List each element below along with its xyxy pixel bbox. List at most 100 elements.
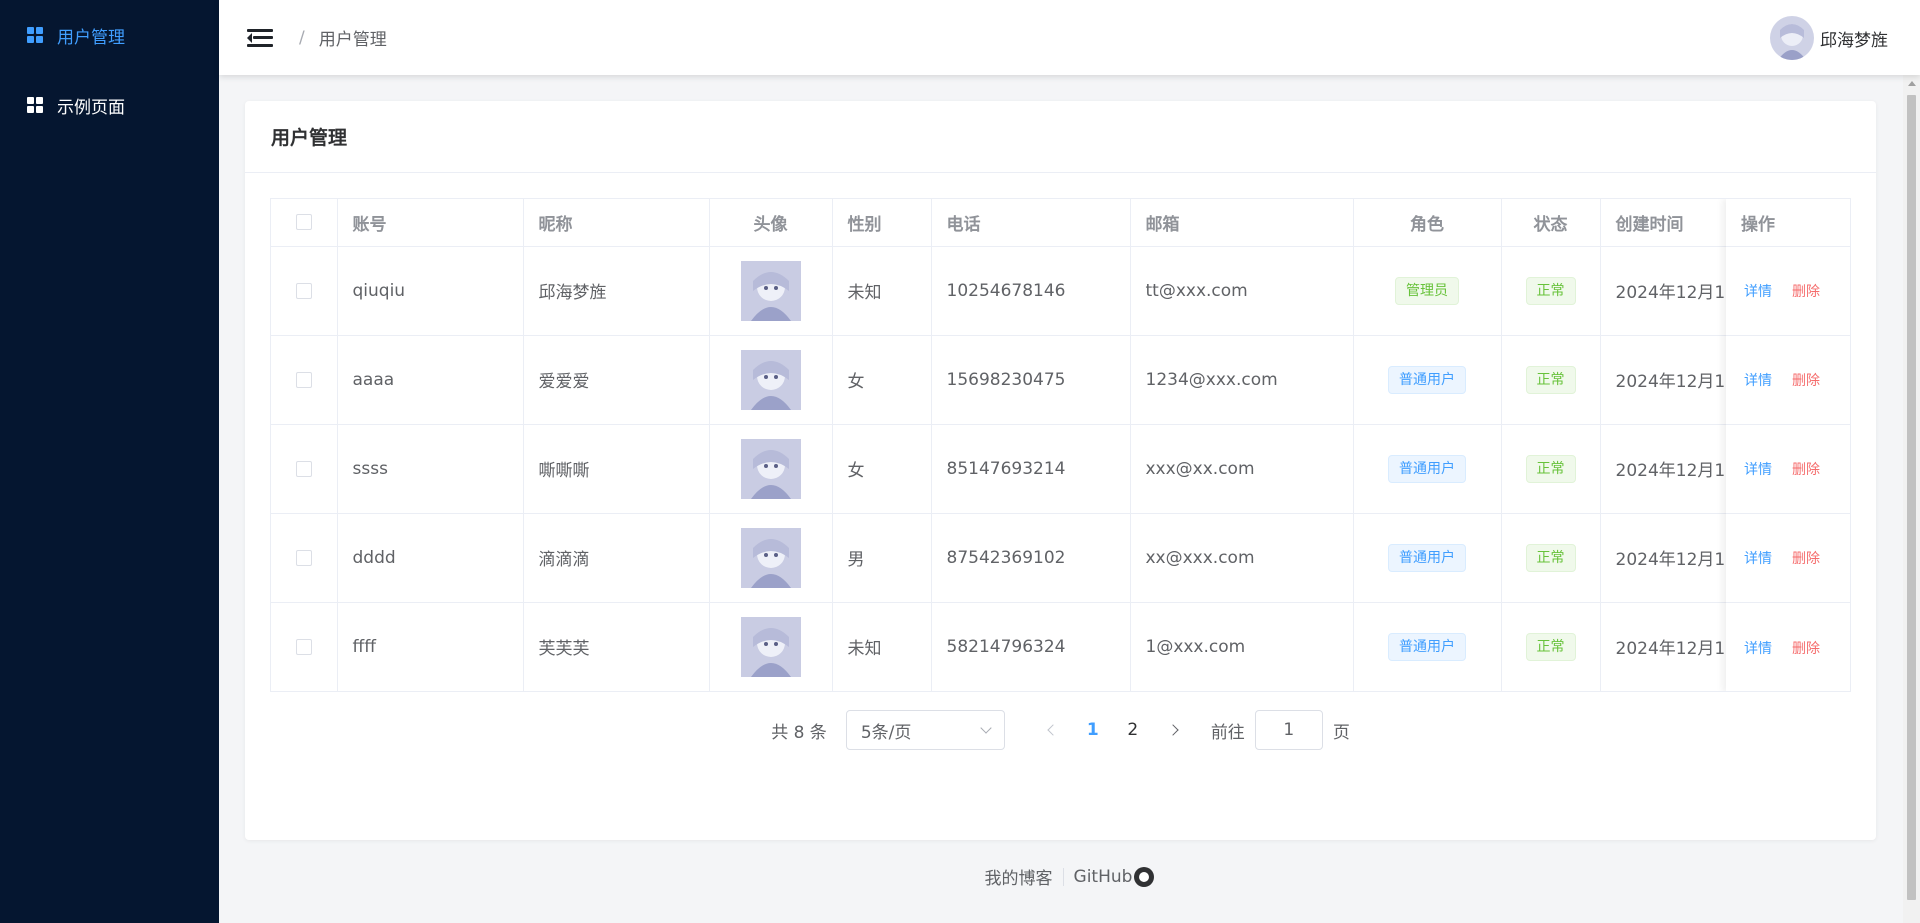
next-page-button[interactable] — [1153, 710, 1193, 750]
sidebar-item-example-page[interactable]: 示例页面 — [0, 70, 219, 140]
goto-page: 前往 页 — [1211, 710, 1350, 750]
select-all-checkbox[interactable] — [295, 214, 312, 231]
blog-link[interactable]: 我的博客 — [985, 864, 1053, 889]
select-all-cell — [271, 199, 338, 247]
cell-status: 正常 — [1501, 424, 1601, 514]
scrollbar[interactable] — [1903, 75, 1920, 923]
status-badge: 正常 — [1525, 365, 1576, 394]
user-menu[interactable]: 邱海梦旌 — [1770, 16, 1888, 60]
cell-phone: 85147693214 — [931, 424, 1131, 514]
user-avatar-image[interactable] — [740, 260, 801, 321]
user-avatar-image[interactable] — [740, 527, 801, 588]
cell-avatar — [709, 602, 833, 691]
role-badge: 普通用户 — [1388, 454, 1466, 483]
role-badge: 普通用户 — [1388, 365, 1466, 394]
pagination: 共 8 条 5条/页 1 2 前往 页 — [245, 710, 1876, 750]
chevron-right-icon — [1167, 724, 1179, 736]
breadcrumb-current: 用户管理 — [318, 30, 387, 50]
table-header-row: 账号 昵称 头像 性别 电话 邮箱 角色 状态 创建时间 — [271, 199, 1850, 247]
delete-button[interactable]: 删除 — [1792, 459, 1820, 479]
page-title: 用户管理 — [245, 101, 1876, 173]
cell-avatar — [709, 513, 833, 603]
detail-button[interactable]: 详情 — [1744, 548, 1772, 568]
user-avatar-image[interactable] — [740, 616, 801, 677]
goto-prefix: 前往 — [1210, 722, 1245, 743]
cell-account: aaaa — [337, 335, 524, 425]
user-avatar-image[interactable] — [740, 349, 801, 410]
col-role: 角色 — [1353, 199, 1502, 247]
detail-button[interactable]: 详情 — [1744, 281, 1772, 301]
detail-button[interactable]: 详情 — [1744, 459, 1772, 479]
role-badge: 普通用户 — [1388, 632, 1466, 661]
cell-phone: 15698230475 — [931, 335, 1131, 425]
row-checkbox[interactable] — [295, 460, 312, 477]
cell-account: ssss — [337, 424, 524, 514]
page-1-button[interactable]: 1 — [1073, 710, 1113, 750]
col-actions: 操作 — [1726, 199, 1850, 247]
chevron-down-icon — [980, 722, 992, 734]
collapse-menu-icon[interactable] — [247, 27, 273, 49]
row-checkbox[interactable] — [295, 638, 312, 655]
cell-nickname: 邱海梦旌 — [523, 246, 710, 336]
page-size-select[interactable]: 5条/页 — [845, 710, 1005, 750]
cell-role: 普通用户 — [1353, 602, 1502, 691]
cell-gender: 未知 — [832, 602, 932, 691]
actions-cell: 详情 删除 — [1726, 425, 1850, 514]
table-row: ssss 嘶嘶嘶女 85147693214 xxx@xx.com 普通用户 正常 2024年… — [271, 424, 1850, 514]
actions-cell: 详情 删除 — [1726, 336, 1850, 425]
cell-account: dddd — [337, 513, 524, 603]
row-select-cell — [271, 513, 338, 603]
cell-email: xx@xxx.com — [1130, 513, 1354, 603]
prev-page-button[interactable] — [1033, 710, 1073, 750]
cell-gender: 男 — [832, 513, 932, 603]
avatar — [1770, 16, 1814, 60]
cell-nickname: 爱爱爱 — [523, 335, 710, 425]
cell-avatar — [709, 246, 833, 336]
col-phone: 电话 — [931, 199, 1131, 247]
github-link[interactable]: GitHub — [1074, 867, 1133, 887]
delete-button[interactable]: 删除 — [1792, 281, 1820, 301]
actions-cell: 详情 删除 — [1726, 603, 1850, 691]
cell-avatar — [709, 424, 833, 514]
footer: 我的博客 GitHub — [219, 864, 1920, 889]
col-nickname: 昵称 — [523, 199, 710, 247]
cell-status: 正常 — [1501, 246, 1601, 336]
row-checkbox[interactable] — [295, 282, 312, 299]
scroll-thumb[interactable] — [1907, 95, 1916, 900]
delete-button[interactable]: 删除 — [1792, 548, 1820, 568]
detail-button[interactable]: 详情 — [1744, 370, 1772, 390]
cell-email: 1@xxx.com — [1130, 602, 1354, 691]
delete-button[interactable]: 删除 — [1792, 638, 1820, 658]
row-select-cell — [271, 602, 338, 691]
goto-page-input[interactable] — [1254, 710, 1323, 750]
breadcrumb: / 用户管理 — [299, 25, 387, 51]
cell-email: 1234@xxx.com — [1130, 335, 1354, 425]
table-row: aaaa 爱爱爱女 15698230475 1234@xxx.com 普通用户 正常 202… — [271, 335, 1850, 425]
page-size-value: 5条/页 — [860, 722, 912, 743]
scroll-up-arrow-icon[interactable] — [1908, 81, 1916, 86]
cell-account: ffff — [337, 602, 524, 691]
page-2-button[interactable]: 2 — [1113, 710, 1153, 750]
row-select-cell — [271, 335, 338, 425]
col-account: 账号 — [337, 199, 524, 247]
cell-role: 普通用户 — [1353, 335, 1502, 425]
row-checkbox[interactable] — [295, 549, 312, 566]
cell-phone: 10254678146 — [931, 246, 1131, 336]
sidebar-item-user-management[interactable]: 用户管理 — [0, 0, 219, 70]
cell-nickname: 滴滴滴 — [523, 513, 710, 603]
pagination-total: 共 8 条 — [771, 722, 827, 743]
delete-button[interactable]: 删除 — [1792, 370, 1820, 390]
detail-button[interactable]: 详情 — [1744, 638, 1772, 658]
chevron-left-icon — [1047, 724, 1059, 736]
cell-gender: 女 — [832, 424, 932, 514]
user-table: 账号 昵称 头像 性别 电话 邮箱 角色 状态 创建时间 qiuqiu 邱海梦旌未… — [270, 198, 1851, 692]
sidebar: 用户管理 示例页面 — [0, 0, 219, 923]
cell-gender: 女 — [832, 335, 932, 425]
grid-icon — [27, 27, 43, 43]
user-avatar-image[interactable] — [740, 438, 801, 499]
actions-cell: 详情 删除 — [1726, 247, 1850, 336]
github-icon[interactable] — [1134, 866, 1155, 887]
row-checkbox[interactable] — [295, 371, 312, 388]
cell-phone: 58214796324 — [931, 602, 1131, 691]
cell-role: 管理员 — [1353, 246, 1502, 336]
